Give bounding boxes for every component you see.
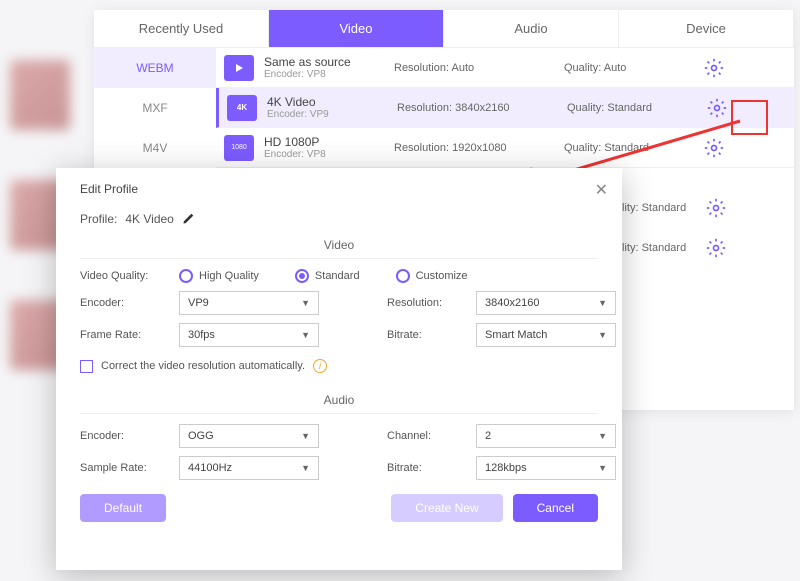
qual-label: Quality:: [567, 102, 604, 114]
qual-value: Standard: [604, 142, 649, 154]
gear-icon[interactable]: [706, 238, 726, 258]
bitrate-select[interactable]: Smart Match▼: [476, 323, 616, 347]
sidebar-item-webm[interactable]: WEBM: [94, 48, 216, 88]
video-section-title: Video: [80, 238, 598, 259]
tab-audio[interactable]: Audio: [444, 10, 619, 47]
framerate-select[interactable]: 30fps▼: [179, 323, 319, 347]
format-title: HD 1080P: [264, 135, 394, 149]
format-encoder: Encoder: VP8: [264, 149, 394, 160]
tab-video[interactable]: Video: [269, 10, 444, 47]
format-row[interactable]: Same as source Encoder: VP8 Resolution: …: [216, 48, 794, 88]
encoder-label: Encoder:: [80, 297, 175, 309]
qual-label: Quality:: [564, 62, 601, 74]
gear-icon[interactable]: [704, 138, 724, 158]
encoder-select[interactable]: VP9▼: [179, 291, 319, 315]
format-encoder: Encoder: VP8: [264, 69, 394, 80]
create-new-button[interactable]: Create New: [391, 494, 502, 522]
format-tabs: Recently Used Video Audio Device: [94, 10, 794, 48]
auto-resolution-checkbox[interactable]: [80, 360, 93, 373]
channel-select[interactable]: 2▼: [476, 424, 616, 448]
res-label: Resolution:: [394, 62, 449, 74]
res-label: Resolution:: [397, 102, 452, 114]
chevron-down-icon: ▼: [598, 431, 607, 441]
audio-encoder-label: Encoder:: [80, 430, 175, 442]
profile-label: Profile:: [80, 212, 117, 226]
res-value: 3840x2160: [455, 102, 509, 114]
format-encoder: Encoder: VP9: [267, 109, 397, 120]
qual-label: Quality:: [564, 142, 601, 154]
qual-value: Standard: [607, 102, 652, 114]
channel-label: Channel:: [387, 430, 472, 442]
chevron-down-icon: ▼: [301, 298, 310, 308]
gear-icon[interactable]: [704, 58, 724, 78]
res-value: Auto: [452, 62, 475, 74]
resolution-select[interactable]: 3840x2160▼: [476, 291, 616, 315]
radio-standard[interactable]: Standard: [295, 269, 360, 283]
pencil-icon[interactable]: [182, 213, 194, 225]
gear-icon[interactable]: [707, 98, 727, 118]
profile-value: 4K Video: [125, 212, 174, 226]
sidebar-item-m4v[interactable]: M4V: [94, 128, 216, 168]
info-icon[interactable]: i: [313, 359, 327, 373]
edit-profile-modal: Edit Profile ✕ Profile: 4K Video Video V…: [56, 168, 622, 570]
partial-row: lity: Standard: [622, 198, 726, 218]
close-icon[interactable]: ✕: [595, 180, 608, 200]
gear-icon[interactable]: [706, 198, 726, 218]
default-button[interactable]: Default: [80, 494, 166, 522]
samplerate-label: Sample Rate:: [80, 462, 175, 474]
resolution-label: Resolution:: [387, 297, 472, 309]
checkbox-label: Correct the video resolution automatical…: [101, 360, 305, 372]
partial-row: lity: Standard: [622, 238, 726, 258]
res-value: 1920x1080: [452, 142, 506, 154]
chevron-down-icon: ▼: [598, 330, 607, 340]
chevron-down-icon: ▼: [301, 431, 310, 441]
chevron-down-icon: ▼: [598, 298, 607, 308]
bitrate-label: Bitrate:: [387, 329, 472, 341]
samplerate-select[interactable]: 44100Hz▼: [179, 456, 319, 480]
chevron-down-icon: ▼: [301, 463, 310, 473]
format-icon-4k: 4K: [227, 95, 257, 121]
framerate-label: Frame Rate:: [80, 329, 175, 341]
chevron-down-icon: ▼: [598, 463, 607, 473]
quality-label: Video Quality:: [80, 270, 175, 282]
res-label: Resolution:: [394, 142, 449, 154]
format-title: 4K Video: [267, 95, 397, 109]
audio-section-title: Audio: [80, 393, 598, 414]
tab-device[interactable]: Device: [619, 10, 794, 47]
format-icon: [224, 55, 254, 81]
format-list: Same as source Encoder: VP8 Resolution: …: [216, 48, 794, 168]
radio-customize[interactable]: Customize: [396, 269, 468, 283]
audio-encoder-select[interactable]: OGG▼: [179, 424, 319, 448]
chevron-down-icon: ▼: [301, 330, 310, 340]
audio-bitrate-select[interactable]: 128kbps▼: [476, 456, 616, 480]
tab-recently-used[interactable]: Recently Used: [94, 10, 269, 47]
format-title: Same as source: [264, 55, 394, 69]
format-row[interactable]: 4K 4K Video Encoder: VP9 Resolution: 384…: [216, 88, 794, 128]
format-row[interactable]: 1080 HD 1080P Encoder: VP8 Resolution: 1…: [216, 128, 794, 168]
qual-value: Auto: [604, 62, 627, 74]
sidebar-item-mxf[interactable]: MXF: [94, 88, 216, 128]
cancel-button[interactable]: Cancel: [513, 494, 598, 522]
format-icon-1080: 1080: [224, 135, 254, 161]
radio-high-quality[interactable]: High Quality: [179, 269, 259, 283]
audio-bitrate-label: Bitrate:: [387, 462, 472, 474]
modal-title: Edit Profile: [80, 182, 598, 196]
